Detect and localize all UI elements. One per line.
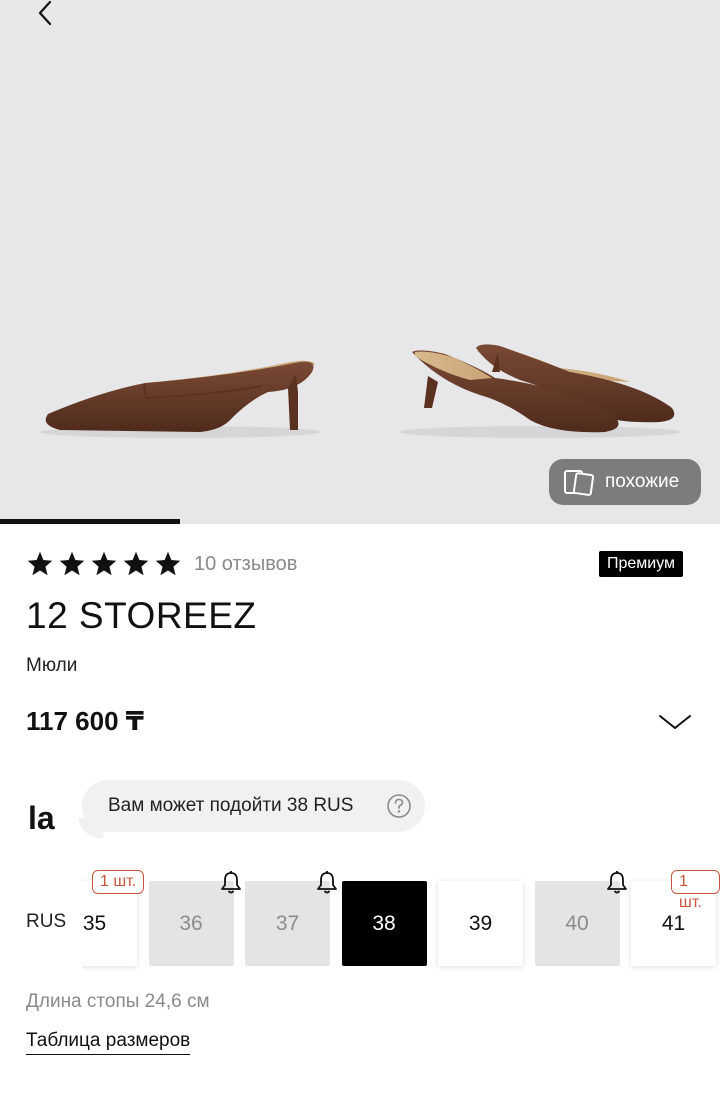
size-option-label: 37 bbox=[275, 911, 300, 935]
gallery-progress bbox=[0, 519, 720, 524]
star-icon bbox=[123, 551, 149, 576]
rating-stars bbox=[26, 550, 182, 578]
rating-row: 10 отзывов bbox=[26, 547, 297, 581]
star-icon bbox=[91, 551, 117, 576]
mule-shoes-image bbox=[40, 344, 680, 438]
premium-badge: Премиум bbox=[599, 551, 684, 577]
similar-button[interactable]: похожие bbox=[549, 459, 701, 505]
size-option-label: 36 bbox=[179, 911, 203, 935]
bell-icon[interactable] bbox=[219, 870, 243, 896]
star-icon bbox=[155, 551, 181, 576]
size-option-38[interactable]: 38 bbox=[341, 881, 427, 966]
product-image[interactable]: похожие bbox=[0, 0, 720, 524]
price: 117 600 ₸ bbox=[26, 706, 144, 736]
star-icon bbox=[59, 551, 85, 576]
size-option-label: 35 bbox=[82, 911, 107, 935]
cards-icon bbox=[564, 470, 595, 496]
chevron-left-icon[interactable] bbox=[28, 0, 64, 32]
fit-suggestion-text: Вам может подойти 38 RUS bbox=[108, 795, 354, 816]
size-option-label: 40 bbox=[565, 911, 589, 935]
product-type: Мюли bbox=[26, 655, 78, 676]
stock-badge: 1 шт. bbox=[671, 870, 720, 911]
brand-name[interactable]: 12 STOREEZ bbox=[26, 595, 257, 637]
foot-length: Длина стопы 24,6 см bbox=[26, 991, 210, 1012]
similar-button-label: похожие bbox=[605, 471, 680, 492]
bell-icon[interactable] bbox=[605, 870, 629, 896]
gallery-progress-fill bbox=[0, 519, 180, 524]
chevron-down-icon[interactable] bbox=[655, 706, 695, 736]
fit-suggestion[interactable]: Вам может подойти 38 RUS bbox=[82, 780, 425, 832]
size-system-label: RUS bbox=[26, 911, 67, 932]
question-circle-icon[interactable] bbox=[386, 793, 412, 819]
size-option-label: 38 bbox=[372, 911, 396, 935]
reviews-link[interactable]: 10 отзывов bbox=[194, 553, 297, 576]
stock-badge: 1 шт. bbox=[92, 870, 145, 894]
star-icon bbox=[27, 551, 53, 576]
size-option-39[interactable]: 39 bbox=[438, 881, 523, 966]
size-option-label: 39 bbox=[468, 911, 493, 935]
fit-assistant-logo: la bbox=[28, 800, 55, 836]
bell-icon[interactable] bbox=[315, 870, 339, 896]
size-option-label: 41 bbox=[661, 911, 686, 935]
size-selector: 35 1 шт. 36 37 38 39 40 41 1 шт. bbox=[82, 870, 720, 980]
size-table-link[interactable]: Таблица размеров bbox=[26, 1030, 191, 1055]
